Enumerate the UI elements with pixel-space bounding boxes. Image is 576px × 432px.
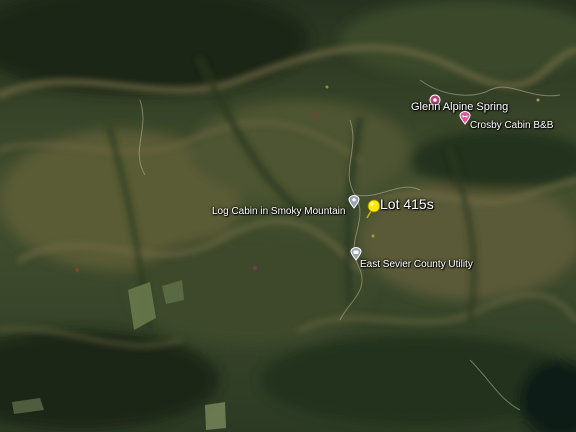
place-icon[interactable] xyxy=(348,195,360,209)
place-label-lot-415s[interactable]: Lot 415s xyxy=(380,196,434,212)
place-label-log-cabin[interactable]: Log Cabin in Smoky Mountain xyxy=(212,206,345,217)
place-label-crosby-cabin[interactable]: Crosby Cabin B&B xyxy=(470,120,553,131)
place-label-east-sevier[interactable]: East Sevier County Utility xyxy=(360,259,473,270)
satellite-map[interactable]: Glenn Alpine Spring Crosby Cabin B&B Log… xyxy=(0,0,576,432)
